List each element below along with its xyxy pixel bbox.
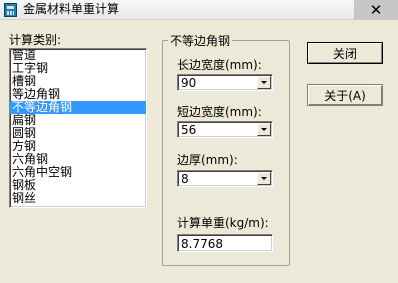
result-label: 计算单重(kg/m):	[177, 216, 269, 230]
dialog-window: 金属材料单重计算 ✕ 计算类别: 管道 工字钢 槽钢 等边角钢 不等边角钢 扁钢 圆钢 方钢六…	[0, 0, 398, 283]
thickness-dropdown-button[interactable]	[257, 172, 271, 185]
close-button[interactable]: 关闭	[307, 42, 383, 64]
long-side-combo[interactable]: 90	[177, 74, 273, 91]
chevron-down-icon	[261, 81, 267, 84]
close-icon: ✕	[369, 0, 383, 19]
groupbox-title: 不等边角钢	[168, 34, 233, 48]
thickness-value: 8	[181, 172, 189, 186]
long-side-dropdown-button[interactable]	[257, 76, 271, 89]
chevron-down-icon	[261, 128, 267, 131]
window-title: 金属材料单重计算	[23, 2, 120, 16]
result-field[interactable]: 8.7768	[177, 234, 273, 252]
title-bar[interactable]: 金属材料单重计算 ✕	[0, 0, 398, 20]
thickness-label: 边厚(mm):	[177, 153, 238, 167]
short-side-label: 短边宽度(mm):	[177, 105, 262, 119]
chevron-down-icon	[261, 177, 267, 180]
short-side-combo[interactable]: 56	[177, 121, 273, 138]
close-window-button[interactable]: ✕	[354, 0, 398, 20]
long-side-value: 90	[181, 76, 197, 90]
category-label: 计算类别:	[9, 33, 62, 47]
about-button[interactable]: 关于(A)	[307, 84, 383, 106]
result-value: 8.7768	[181, 237, 223, 251]
short-side-dropdown-button[interactable]	[257, 123, 271, 136]
short-side-value: 56	[181, 123, 197, 137]
app-icon	[4, 3, 17, 17]
long-side-label: 长边宽度(mm):	[177, 58, 262, 72]
category-listbox[interactable]: 管道 工字钢 槽钢 等边角钢 不等边角钢 扁钢 圆钢 方钢 六角钢 六角中空钢 钢板 钢丝	[9, 48, 147, 208]
list-item[interactable]: 钢丝	[10, 192, 146, 205]
thickness-combo[interactable]: 8	[177, 170, 273, 187]
